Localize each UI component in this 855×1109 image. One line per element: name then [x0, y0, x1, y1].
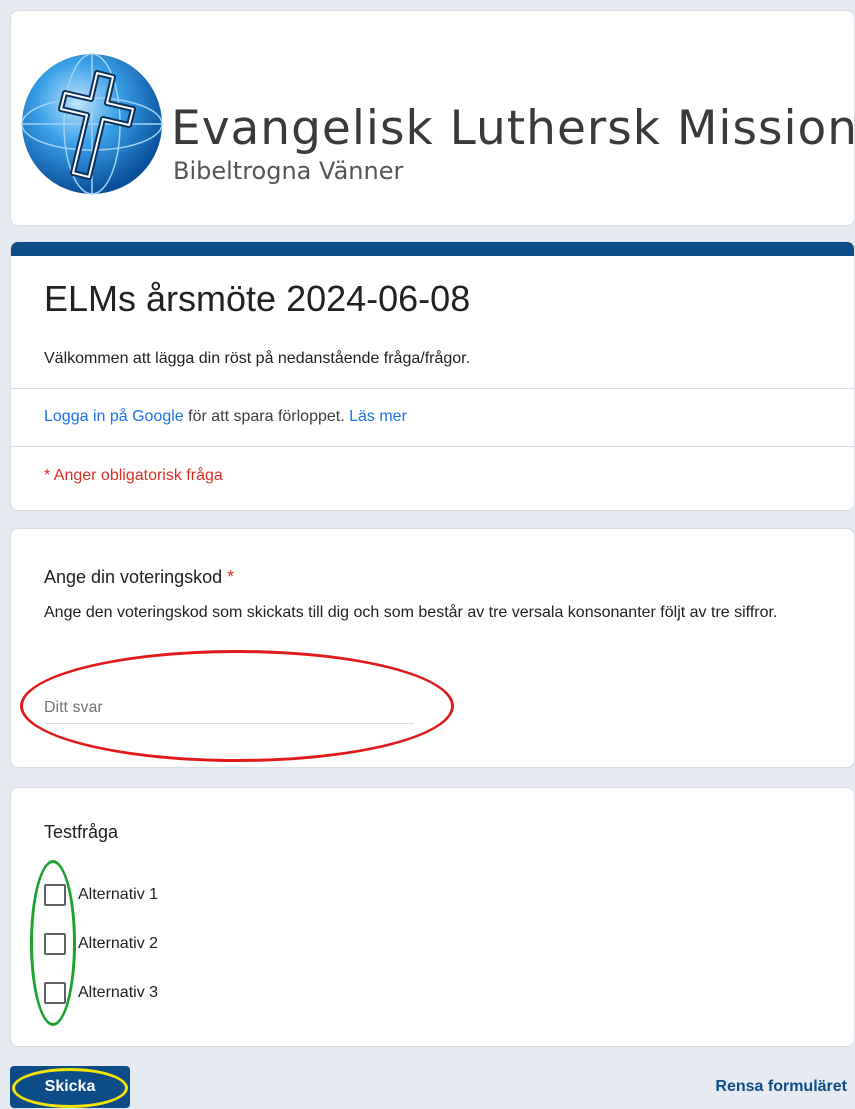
- signin-text: för att spara förloppet.: [183, 408, 350, 425]
- form-description: Välkommen att lägga din röst på nedanstå…: [44, 350, 471, 367]
- option-3[interactable]: Alternativ 3: [44, 982, 158, 1004]
- checkbox[interactable]: [44, 933, 66, 955]
- clear-form-link[interactable]: Rensa formuläret: [715, 1078, 847, 1096]
- form-title: ELMs årsmöte 2024-06-08: [44, 278, 471, 319]
- option-label: Alternativ 1: [78, 886, 159, 903]
- question-title: Ange din voteringskod *: [44, 567, 234, 588]
- option-1[interactable]: Alternativ 1: [44, 884, 158, 906]
- voting-code-input[interactable]: [44, 693, 414, 724]
- option-label: Alternativ 3: [78, 984, 159, 1001]
- required-star: *: [227, 567, 235, 587]
- title-accent-bar: [11, 242, 854, 256]
- required-note: * Anger obligatorisk fråga: [44, 467, 223, 484]
- submit-button[interactable]: Skicka: [10, 1066, 130, 1108]
- checkbox[interactable]: [44, 982, 66, 1004]
- question-title: Testfråga: [44, 822, 119, 842]
- question-title-text: Ange din voteringskod: [44, 567, 223, 587]
- header-banner: Evangelisk Luthersk Mission Bibeltrogna …: [10, 10, 855, 226]
- org-name: Evangelisk Luthersk Mission: [171, 101, 855, 156]
- option-label: Alternativ 2: [78, 935, 159, 952]
- question-test: Testfråga Alternativ 1 Alternativ 2 Alte…: [10, 787, 855, 1047]
- checkbox[interactable]: [44, 884, 66, 906]
- divider: [11, 388, 854, 389]
- form-title-card: ELMs årsmöte 2024-06-08 Välkommen att lä…: [10, 241, 855, 511]
- org-subtitle: Bibeltrogna Vänner: [173, 157, 404, 185]
- option-2[interactable]: Alternativ 2: [44, 933, 158, 955]
- globe-cross-logo-icon: [21, 53, 163, 195]
- question-description: Ange den voteringskod som skickats till …: [44, 604, 778, 621]
- learn-more-link[interactable]: Läs mer: [349, 408, 407, 425]
- question-voting-code: Ange din voteringskod * Ange den voterin…: [10, 528, 855, 768]
- signin-row: Logga in på Google för att spara förlopp…: [44, 408, 407, 426]
- divider: [11, 446, 854, 447]
- signin-link[interactable]: Logga in på Google: [44, 408, 184, 425]
